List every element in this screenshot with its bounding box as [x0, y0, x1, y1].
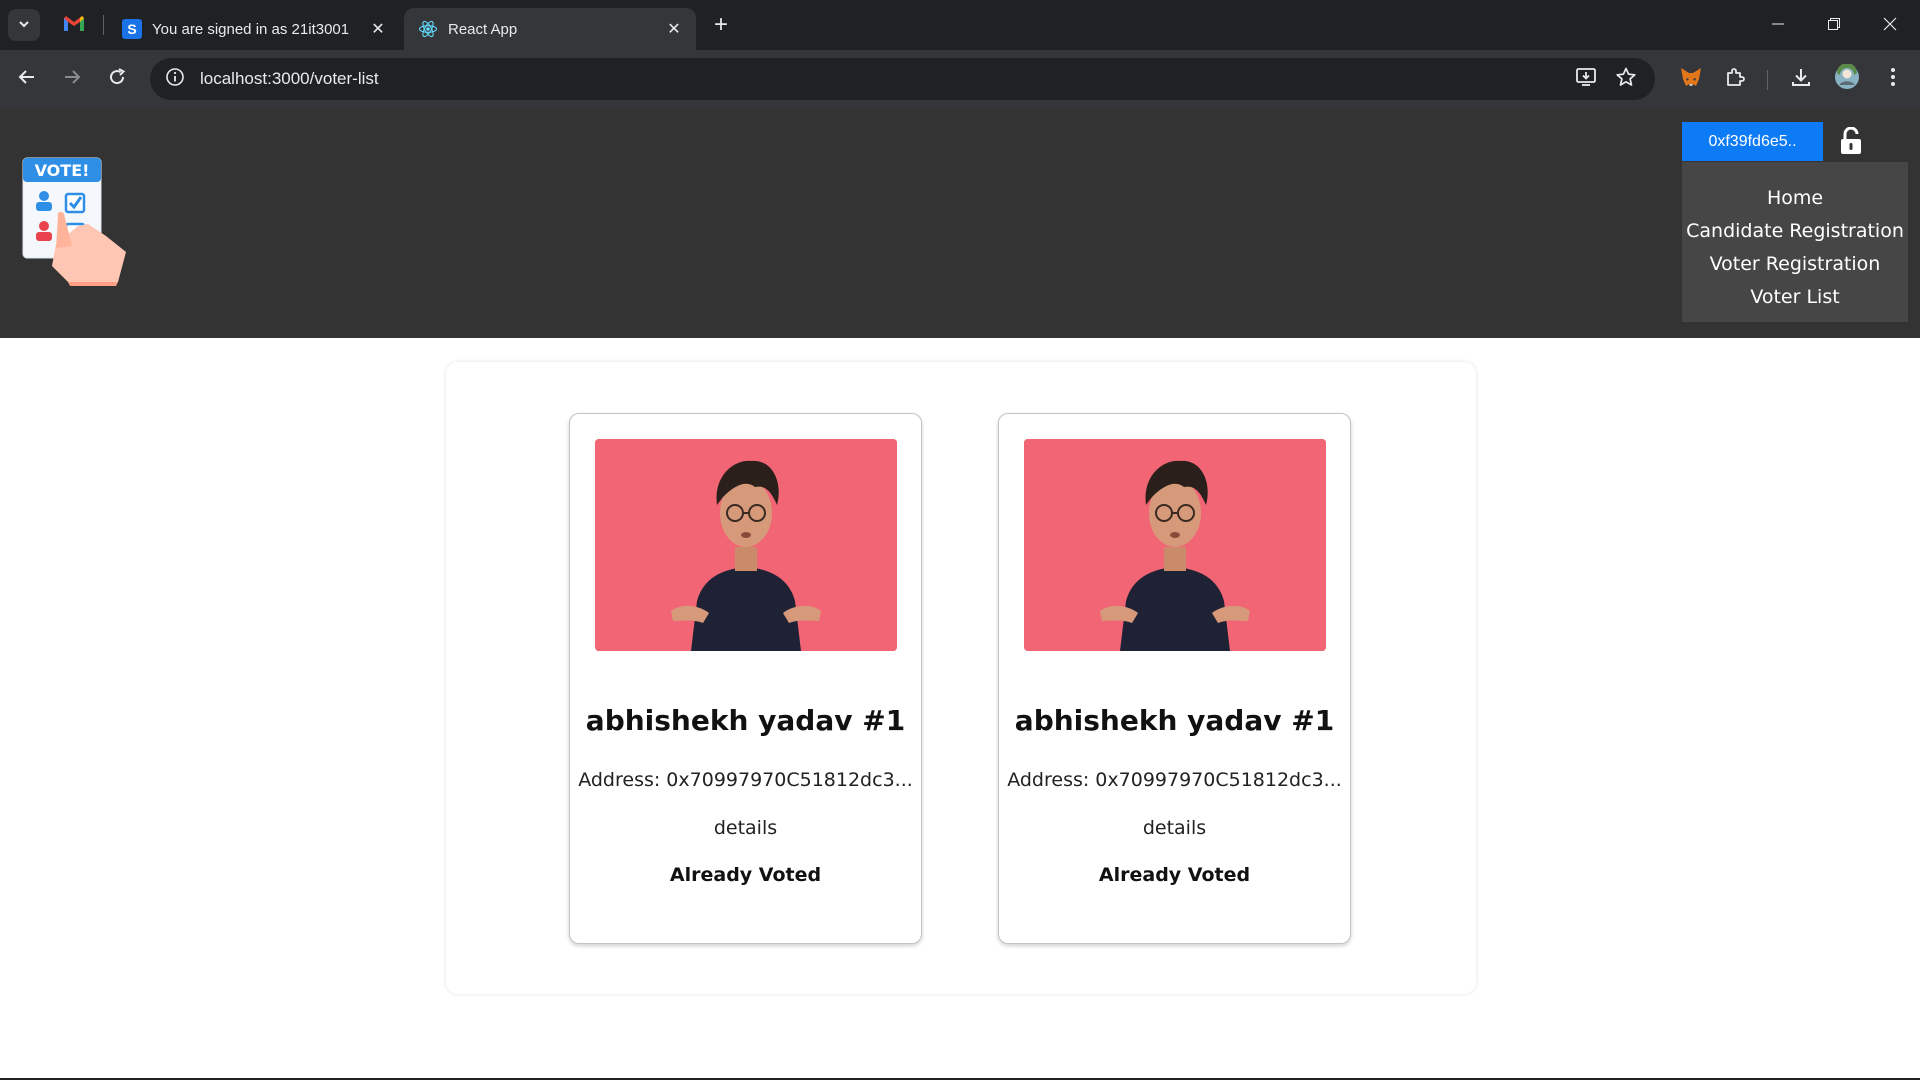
- voter-list-panel: abhishekh yadav #1 Address: 0x70997970C5…: [446, 362, 1476, 994]
- profile-button[interactable]: [1830, 62, 1864, 96]
- voter-card: abhishekh yadav #1 Address: 0x70997970C5…: [569, 413, 922, 944]
- more-vertical-icon: [1890, 67, 1896, 91]
- voter-details-link[interactable]: details: [570, 817, 921, 839]
- address-bar[interactable]: localhost:3000/voter-list: [150, 58, 1655, 100]
- unlock-icon[interactable]: [1836, 126, 1866, 156]
- vote-logo[interactable]: VOTE!: [20, 156, 130, 286]
- downloads-button[interactable]: [1784, 62, 1818, 96]
- metamask-extension-button[interactable]: [1674, 62, 1708, 96]
- metamask-fox-icon: [1679, 66, 1703, 92]
- info-icon: [165, 67, 185, 91]
- react-icon: [418, 19, 438, 39]
- window-close-button[interactable]: [1862, 0, 1918, 50]
- app-header: VOTE! 0xf39fd6e5.. Home Candidate Regist…: [0, 108, 1920, 338]
- svg-text:S: S: [127, 21, 136, 37]
- chevron-down-icon: [17, 16, 31, 35]
- gmail-icon: [63, 15, 85, 36]
- extensions-button[interactable]: [1718, 62, 1752, 96]
- voter-details-link[interactable]: details: [999, 817, 1350, 839]
- tab-react-app[interactable]: React App ✕: [404, 8, 696, 50]
- tab-search-button[interactable]: [8, 9, 40, 41]
- download-icon: [1790, 66, 1812, 92]
- toolbar-separator: [1767, 70, 1768, 90]
- url-text: localhost:3000/voter-list: [200, 69, 379, 88]
- avatar: [1834, 63, 1860, 94]
- nav-item-candidate-registration[interactable]: Candidate Registration: [1682, 215, 1908, 248]
- arrow-right-icon: [62, 67, 82, 91]
- puzzle-icon: [1724, 66, 1746, 92]
- star-icon: [1615, 66, 1637, 92]
- pinned-tab-gmail[interactable]: [60, 13, 88, 37]
- restore-button[interactable]: [1806, 0, 1862, 50]
- wallet-address-button[interactable]: 0xf39fd6e5..: [1682, 122, 1823, 161]
- reload-button[interactable]: [100, 62, 134, 96]
- reload-icon: [107, 67, 127, 91]
- nav-item-voter-list[interactable]: Voter List: [1682, 281, 1908, 314]
- install-app-button[interactable]: [1573, 66, 1599, 92]
- install-icon: [1575, 66, 1597, 92]
- voter-photo: [595, 439, 897, 651]
- voter-card: abhishekh yadav #1 Address: 0x70997970C5…: [998, 413, 1351, 944]
- close-icon[interactable]: ✕: [368, 19, 388, 39]
- minimize-button[interactable]: [1750, 0, 1806, 50]
- nav-menu: Home Candidate Registration Voter Regist…: [1682, 162, 1908, 322]
- forward-button[interactable]: [55, 62, 89, 96]
- voter-name: abhishekh yadav #1: [1014, 704, 1335, 737]
- voter-photo: [1024, 439, 1326, 651]
- arrow-left-icon: [17, 67, 37, 91]
- minimize-icon: [1771, 16, 1785, 35]
- svg-text:VOTE!: VOTE!: [35, 161, 90, 180]
- nav-item-voter-registration[interactable]: Voter Registration: [1682, 248, 1908, 281]
- chrome-menu-button[interactable]: [1876, 62, 1910, 96]
- vote-status: Already Voted: [669, 864, 822, 886]
- new-tab-button[interactable]: +: [708, 11, 734, 38]
- nav-item-home[interactable]: Home: [1682, 182, 1908, 215]
- close-icon: [1883, 16, 1897, 35]
- vote-status: Already Voted: [1098, 864, 1251, 886]
- bookmark-button[interactable]: [1613, 66, 1639, 92]
- back-button[interactable]: [10, 62, 44, 96]
- browser-toolbar: localhost:3000/voter-list: [0, 50, 1920, 108]
- tab-title: React App: [448, 20, 518, 38]
- tab-signed-in[interactable]: S You are signed in as 21it3001 ✕: [108, 8, 400, 50]
- s-icon: S: [122, 19, 142, 39]
- close-icon[interactable]: ✕: [664, 19, 684, 39]
- tab-title: You are signed in as 21it3001: [152, 20, 350, 38]
- voter-address: Address: 0x70997970C51812dc3...: [578, 769, 913, 791]
- voter-name: abhishekh yadav #1: [585, 704, 906, 737]
- browser-tab-bar: S You are signed in as 21it3001 ✕ React …: [0, 0, 1920, 50]
- restore-icon: [1827, 16, 1841, 35]
- tab-separator: [103, 15, 104, 35]
- site-info-button[interactable]: [154, 58, 196, 100]
- voter-address: Address: 0x70997970C51812dc3...: [1007, 769, 1342, 791]
